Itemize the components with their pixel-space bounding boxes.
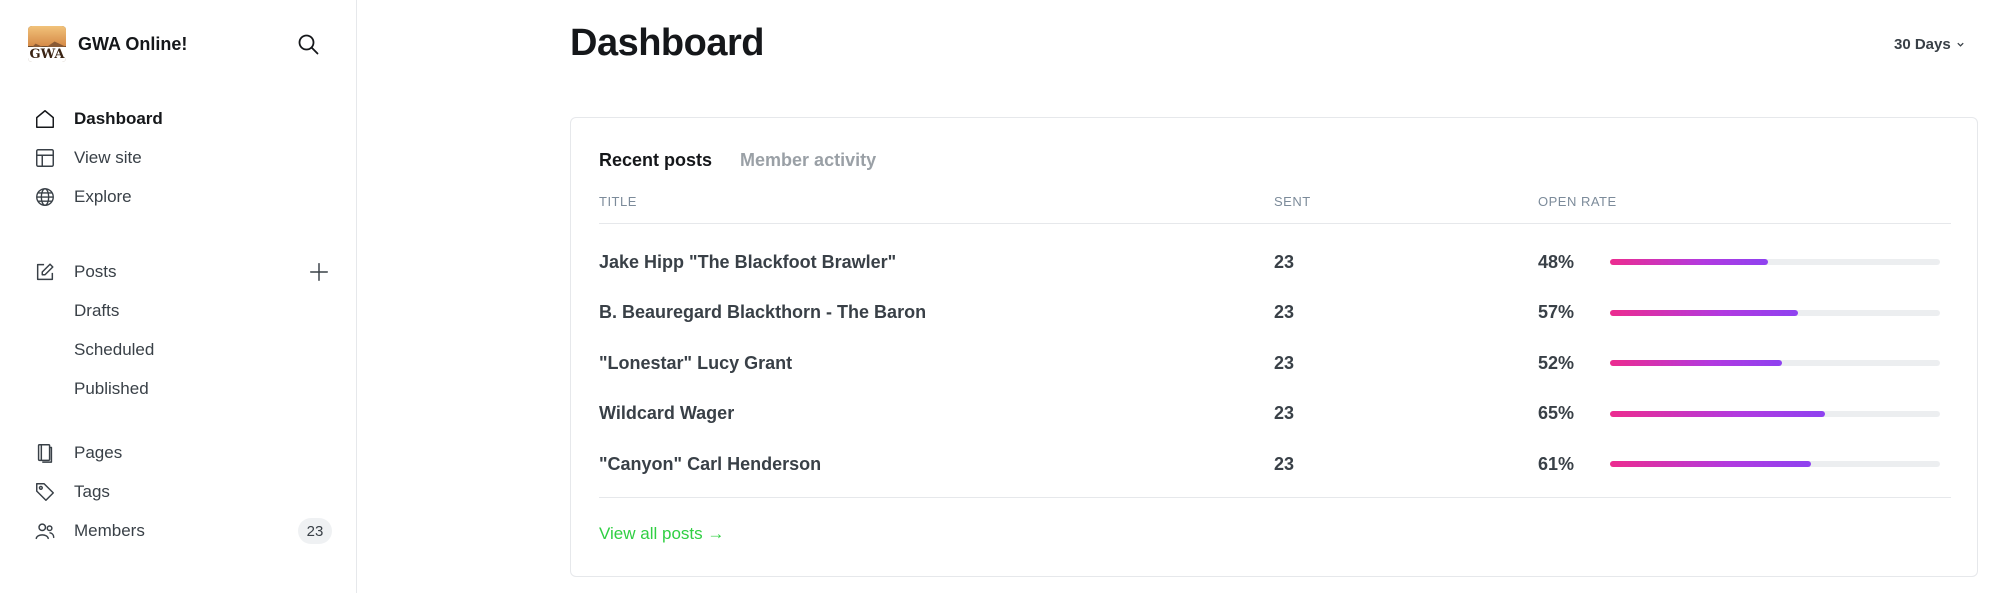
open-rate-bar-fill	[1610, 360, 1782, 366]
post-sent-count: 23	[1274, 352, 1295, 373]
post-title: "Canyon" Carl Henderson	[599, 453, 822, 474]
sidebar-item-tags[interactable]: Tags	[32, 472, 332, 511]
tab-member-activity[interactable]: Member activity	[740, 150, 876, 171]
sidebar-item-label: Tags	[74, 481, 110, 501]
sidebar-item-members[interactable]: Members 23	[32, 511, 332, 550]
globe-icon	[32, 184, 58, 210]
post-title: Wildcard Wager	[599, 403, 735, 424]
sidebar-item-label: Pages	[74, 442, 123, 462]
open-rate-bar-fill	[1610, 410, 1825, 417]
primary-nav: Dashboard View site Explore	[32, 99, 332, 216]
search-icon	[298, 34, 319, 55]
sidebar-item-view-site[interactable]: View site	[32, 138, 332, 177]
page-title: Dashboard	[570, 22, 764, 64]
post-sent-count: 23	[1274, 251, 1295, 272]
post-sent-count: 23	[1274, 403, 1295, 424]
table-row[interactable]: B. Beauregard Blackthorn - The Baron 23 …	[599, 288, 1951, 339]
sidebar-item-label: Dashboard	[74, 108, 163, 128]
sidebar-item-label: View site	[74, 147, 142, 167]
sidebar-item-dashboard[interactable]: Dashboard	[32, 99, 332, 138]
column-header-title: TITLE	[599, 194, 637, 209]
open-rate-bar	[1610, 309, 1940, 316]
table-row[interactable]: "Canyon" Carl Henderson 23 61%	[599, 439, 1951, 490]
members-icon	[32, 518, 58, 544]
table-header: TITLE SENT OPEN RATE	[599, 194, 1951, 224]
post-open-rate: 52%	[1538, 352, 1575, 373]
site-logo: GWA	[28, 26, 66, 62]
recent-posts-card: Recent posts Member activity TITLE SENT …	[570, 117, 1978, 577]
open-rate-bar	[1610, 410, 1940, 417]
search-button[interactable]	[294, 30, 322, 58]
sidebar-item-pages[interactable]: Pages	[32, 433, 332, 472]
open-rate-bar	[1610, 360, 1940, 366]
post-title: B. Beauregard Blackthorn - The Baron	[599, 302, 927, 323]
table-row[interactable]: "Lonestar" Lucy Grant 23 52%	[599, 338, 1951, 389]
sidebar-subitem-published[interactable]: Published	[32, 369, 332, 408]
column-header-open-rate: OPEN RATE	[1538, 194, 1617, 209]
edit-icon	[32, 259, 58, 285]
new-post-button[interactable]	[306, 259, 332, 285]
secondary-nav: Pages Tags Members 23	[32, 433, 332, 550]
sidebar: GWA GWA Online! Dashboard View site Expl…	[0, 0, 357, 593]
date-range-label: 30 Days	[1894, 36, 1951, 53]
post-title: Jake Hipp "The Blackfoot Brawler"	[599, 251, 897, 272]
post-sent-count: 23	[1274, 453, 1295, 474]
tab-recent-posts[interactable]: Recent posts	[599, 150, 712, 171]
chevron-down-icon	[1957, 42, 1964, 47]
view-all-posts-link[interactable]: View all posts →	[599, 524, 724, 544]
open-rate-bar-fill	[1610, 309, 1799, 316]
sidebar-subitem-drafts[interactable]: Drafts	[32, 291, 332, 330]
site-brand[interactable]: GWA GWA Online!	[28, 26, 187, 62]
sidebar-item-label: Explore	[74, 186, 132, 206]
card-tabs: Recent posts Member activity	[599, 150, 904, 171]
post-open-rate: 65%	[1538, 403, 1575, 424]
home-icon	[32, 106, 58, 132]
column-header-sent: SENT	[1274, 194, 1311, 209]
post-sent-count: 23	[1274, 302, 1295, 323]
open-rate-bar	[1610, 461, 1940, 467]
layout-icon	[32, 145, 58, 171]
post-title: "Lonestar" Lucy Grant	[599, 352, 793, 373]
sidebar-item-posts[interactable]: Posts	[32, 252, 332, 291]
tag-icon	[32, 479, 58, 505]
site-name: GWA Online!	[78, 33, 188, 54]
posts-nav: Posts Drafts Scheduled Published	[32, 252, 332, 408]
sidebar-item-label: Posts	[74, 261, 117, 281]
sidebar-item-label: Members	[74, 520, 145, 540]
open-rate-bar-fill	[1610, 461, 1812, 467]
post-open-rate: 61%	[1538, 453, 1575, 474]
open-rate-bar	[1610, 259, 1940, 265]
post-open-rate: 48%	[1538, 251, 1575, 272]
site-logo-text: GWA	[28, 46, 66, 62]
members-count-badge: 23	[298, 518, 332, 544]
table-row[interactable]: Wildcard Wager 23 65%	[599, 389, 1951, 440]
plus-icon	[310, 263, 328, 281]
sidebar-item-explore[interactable]: Explore	[32, 177, 332, 216]
table-row[interactable]: Jake Hipp "The Blackfoot Brawler" 23 48%	[599, 237, 1951, 288]
posts-table-body: Jake Hipp "The Blackfoot Brawler" 23 48%…	[599, 237, 1951, 490]
pages-icon	[32, 440, 58, 466]
divider	[599, 497, 1951, 498]
post-open-rate: 57%	[1538, 302, 1575, 323]
date-range-select[interactable]: 30 Days	[1894, 36, 1965, 53]
sidebar-subitem-scheduled[interactable]: Scheduled	[32, 330, 332, 369]
open-rate-bar-fill	[1610, 259, 1769, 265]
